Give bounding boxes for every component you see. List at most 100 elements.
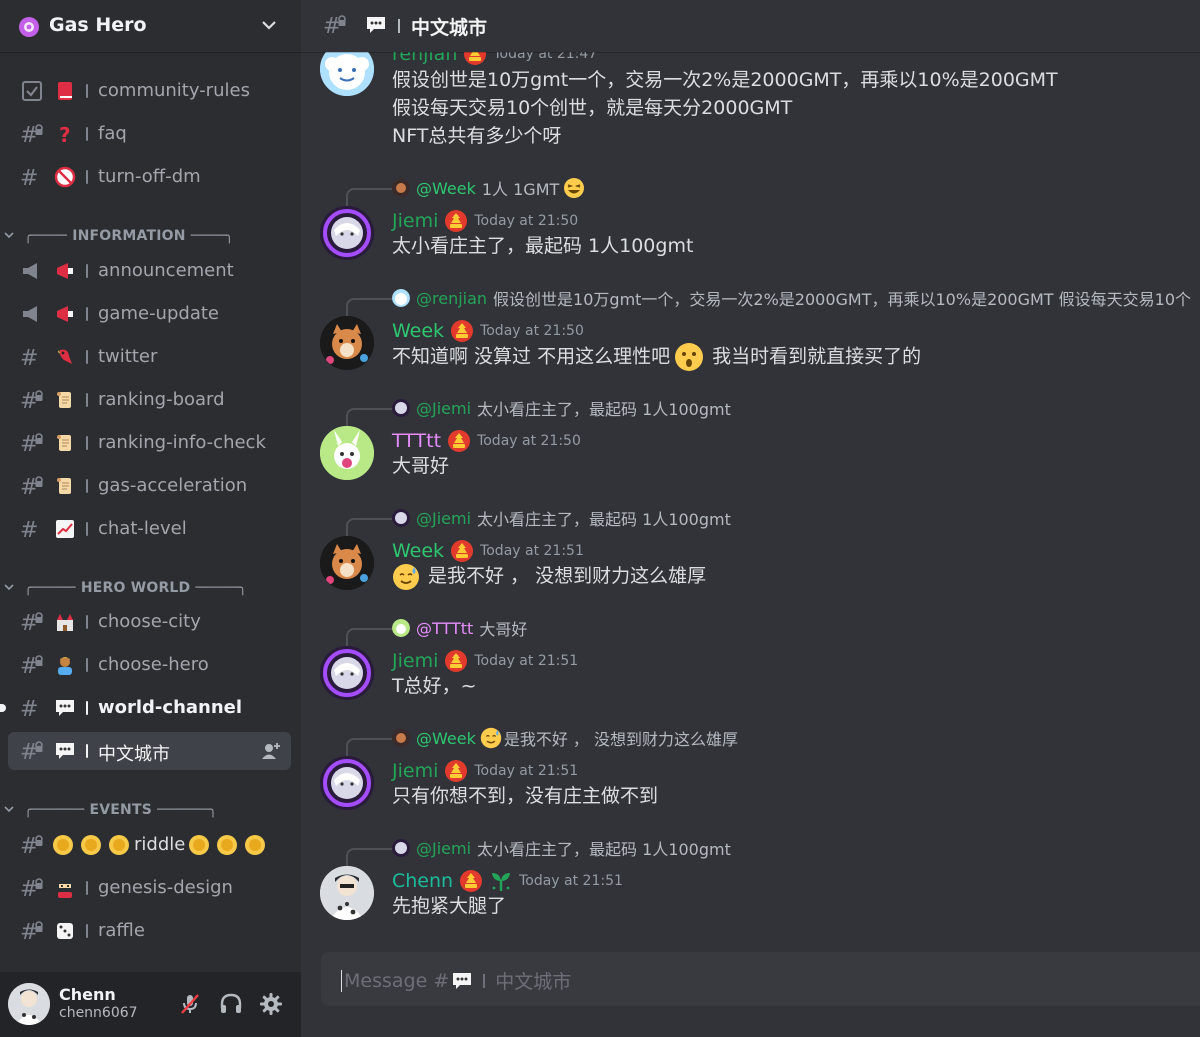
- channel-riddle[interactable]: riddle: [8, 826, 291, 864]
- avatar[interactable]: [8, 983, 50, 1025]
- author-name[interactable]: Jiemi: [392, 760, 438, 782]
- category-information[interactable]: ╭──── INFORMATION ────╮: [0, 224, 301, 248]
- reply-preview[interactable]: @Week 是我不好 ， 没想到财力这么雄厚: [346, 726, 739, 758]
- message-text: NFT总共有多少个呀: [392, 125, 562, 147]
- hash-lock-icon: [20, 475, 44, 497]
- channel-choose-city[interactable]: choose-city: [8, 603, 291, 641]
- coin-icon: [189, 835, 265, 855]
- channel-genesis-design[interactable]: genesis-design: [8, 869, 291, 907]
- avatar[interactable]: [320, 646, 374, 700]
- channel-community-rules[interactable]: community-rules: [8, 72, 291, 110]
- fire-badge-icon: [448, 430, 471, 452]
- channel-faq[interactable]: ? faq: [8, 115, 291, 153]
- channel-twitter[interactable]: twitter: [8, 338, 291, 376]
- message-header: TTTtt Today at 21:50: [392, 428, 581, 454]
- reply-text: 是我不好 ， 没想到财力这么雄厚: [503, 730, 739, 749]
- message-text: 假设创世是10万gmt一个，交易一次2%是2000GMT，再乘以10%是200G…: [392, 69, 1058, 91]
- avatar[interactable]: [320, 536, 374, 590]
- avatar[interactable]: [320, 52, 374, 96]
- reply-author[interactable]: @Week: [416, 179, 476, 198]
- message-input[interactable]: Message # 中文城市: [321, 952, 1200, 1006]
- chat-area: 中文城市 renjian Today at 21:47 假设创世是10万gmt一…: [301, 0, 1200, 1037]
- channel-announcement[interactable]: announcement: [8, 252, 291, 290]
- hero-icon: [58, 657, 72, 675]
- reply-preview[interactable]: @Week 1人 1GMT: [346, 176, 589, 208]
- headphones-icon[interactable]: [219, 992, 243, 1016]
- message-text: 先抱紧大腿了: [392, 895, 507, 917]
- reply-author[interactable]: @Jiemi: [416, 509, 471, 528]
- channel-raffle[interactable]: raffle: [8, 912, 291, 950]
- avatar[interactable]: [320, 426, 374, 480]
- timestamp: Today at 21:51: [519, 873, 623, 889]
- reply-author[interactable]: @Week: [416, 729, 476, 748]
- channel-ranking-info-check[interactable]: ranking-info-check: [8, 424, 291, 462]
- speech-balloon-icon: [56, 700, 74, 716]
- reply-author[interactable]: @renjian: [416, 289, 487, 308]
- sweat-smile-icon: [393, 563, 419, 590]
- avatar[interactable]: [320, 316, 374, 370]
- author-name[interactable]: TTTtt: [392, 430, 441, 452]
- category-hero-world[interactable]: ╭───── HERO WORLD ─────╮: [0, 576, 301, 600]
- timestamp: Today at 21:51: [480, 543, 584, 559]
- reply-preview[interactable]: @Jiemi 太小看庄主了，最起码 1人100gmt: [346, 506, 731, 538]
- fire-badge-icon: [460, 870, 483, 892]
- channel-name: choose-hero: [98, 654, 209, 675]
- fire-badge-icon: [445, 210, 468, 232]
- server-header[interactable]: Gas Hero: [0, 0, 301, 52]
- sweat-smile-icon: [480, 727, 502, 749]
- category-label: ╭──── INFORMATION ────╮: [24, 228, 234, 244]
- reply-preview[interactable]: @renjian 假设创世是10万gmt一个，交易一次2%是2000GMT，再乘…: [346, 286, 1191, 318]
- server-name: Gas Hero: [49, 14, 147, 36]
- channel-ranking-board[interactable]: ranking-board: [8, 381, 291, 419]
- rules-icon: [22, 81, 42, 101]
- settings-gear-icon[interactable]: [259, 992, 283, 1016]
- reply-preview[interactable]: @TTTtt 大哥好: [346, 616, 527, 648]
- author-name[interactable]: renjian: [392, 52, 457, 65]
- reply-text: 太小看庄主了，最起码 1人100gmt: [477, 510, 731, 529]
- scroll-icon: [57, 392, 71, 408]
- avatar[interactable]: [320, 866, 374, 920]
- channel-game-update[interactable]: game-update: [8, 295, 291, 333]
- hash-lock-icon: [20, 740, 44, 762]
- author-name[interactable]: Week: [392, 540, 444, 562]
- channel-world-channel[interactable]: world-channel: [0, 689, 291, 727]
- channel-chinese-city[interactable]: 中文城市: [8, 732, 291, 770]
- scroll-icon: [57, 478, 71, 494]
- chevron-down-icon[interactable]: [260, 16, 278, 34]
- add-member-icon[interactable]: [261, 741, 281, 761]
- category-events[interactable]: ╭────── EVENTS ──────╮: [0, 798, 301, 822]
- message-header: renjian Today at 21:47: [392, 52, 597, 67]
- reply-author[interactable]: @Jiemi: [416, 399, 471, 418]
- author-name[interactable]: Jiemi: [392, 210, 438, 232]
- channel-turn-off-dm[interactable]: turn-off-dm: [8, 158, 291, 196]
- channel-chat-level[interactable]: chat-level: [8, 510, 291, 548]
- author-name[interactable]: Week: [392, 320, 444, 342]
- chevron-down-icon: [4, 584, 14, 591]
- speech-balloon-icon: [367, 17, 385, 33]
- hash-lock-icon: [20, 432, 44, 454]
- author-name[interactable]: Chenn: [392, 870, 453, 892]
- announcement-icon: [23, 306, 37, 322]
- avatar[interactable]: [320, 206, 374, 260]
- megaphone-icon: [57, 306, 73, 322]
- channel-name: game-update: [98, 303, 219, 324]
- channel-name: riddle: [134, 834, 186, 855]
- channel-name: raffle: [98, 920, 145, 941]
- message-text: 只有你想不到，没有庄主做不到: [392, 785, 659, 807]
- avatar[interactable]: [320, 756, 374, 810]
- channel-name: chat-level: [98, 518, 187, 539]
- channel-name: announcement: [98, 260, 234, 281]
- channel-gas-acceleration[interactable]: gas-acceleration: [8, 467, 291, 505]
- channel-name: ranking-board: [98, 389, 225, 410]
- channel-choose-hero[interactable]: choose-hero: [8, 646, 291, 684]
- speech-balloon-icon: [56, 743, 74, 759]
- message-header: Week Today at 21:50: [392, 318, 584, 344]
- avatar: [392, 619, 410, 637]
- author-name[interactable]: Jiemi: [392, 650, 438, 672]
- reply-author[interactable]: @TTTtt: [416, 619, 473, 638]
- category-label: ╭───── HERO WORLD ─────╮: [24, 580, 248, 596]
- reply-preview[interactable]: @Jiemi 太小看庄主了，最起码 1人100gmt: [346, 836, 731, 868]
- reply-author[interactable]: @Jiemi: [416, 839, 471, 858]
- reply-preview[interactable]: @Jiemi 太小看庄主了，最起码 1人100gmt: [346, 396, 731, 428]
- mute-mic-icon[interactable]: [178, 992, 202, 1016]
